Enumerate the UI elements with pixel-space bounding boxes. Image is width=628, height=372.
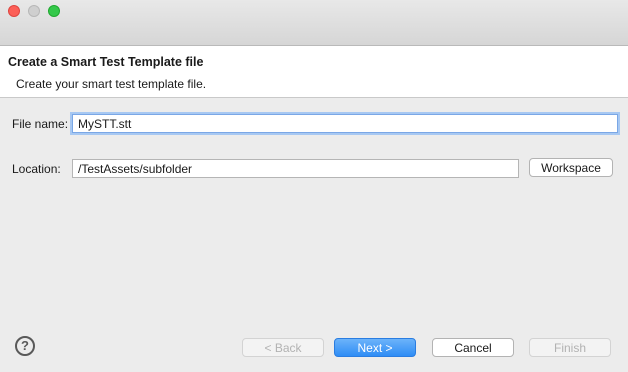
help-icon[interactable]: ? bbox=[15, 336, 35, 356]
back-button[interactable]: < Back bbox=[242, 338, 324, 357]
file-name-label: File name: bbox=[12, 117, 69, 131]
wizard-banner: Create a Smart Test Template file Create… bbox=[0, 46, 628, 98]
location-input[interactable] bbox=[72, 159, 519, 178]
window-title-bar[interactable] bbox=[0, 0, 628, 46]
finish-button[interactable]: Finish bbox=[529, 338, 611, 357]
workspace-button[interactable]: Workspace bbox=[529, 158, 613, 177]
minimize-window-icon[interactable] bbox=[28, 5, 40, 17]
wizard-description: Create your smart test template file. bbox=[16, 77, 207, 91]
location-label: Location: bbox=[12, 162, 61, 176]
zoom-window-icon[interactable] bbox=[48, 5, 60, 17]
wizard-title: Create a Smart Test Template file bbox=[8, 55, 204, 69]
next-button[interactable]: Next > bbox=[334, 338, 416, 357]
file-name-input[interactable] bbox=[72, 114, 618, 133]
cancel-button[interactable]: Cancel bbox=[432, 338, 514, 357]
close-window-icon[interactable] bbox=[8, 5, 20, 17]
